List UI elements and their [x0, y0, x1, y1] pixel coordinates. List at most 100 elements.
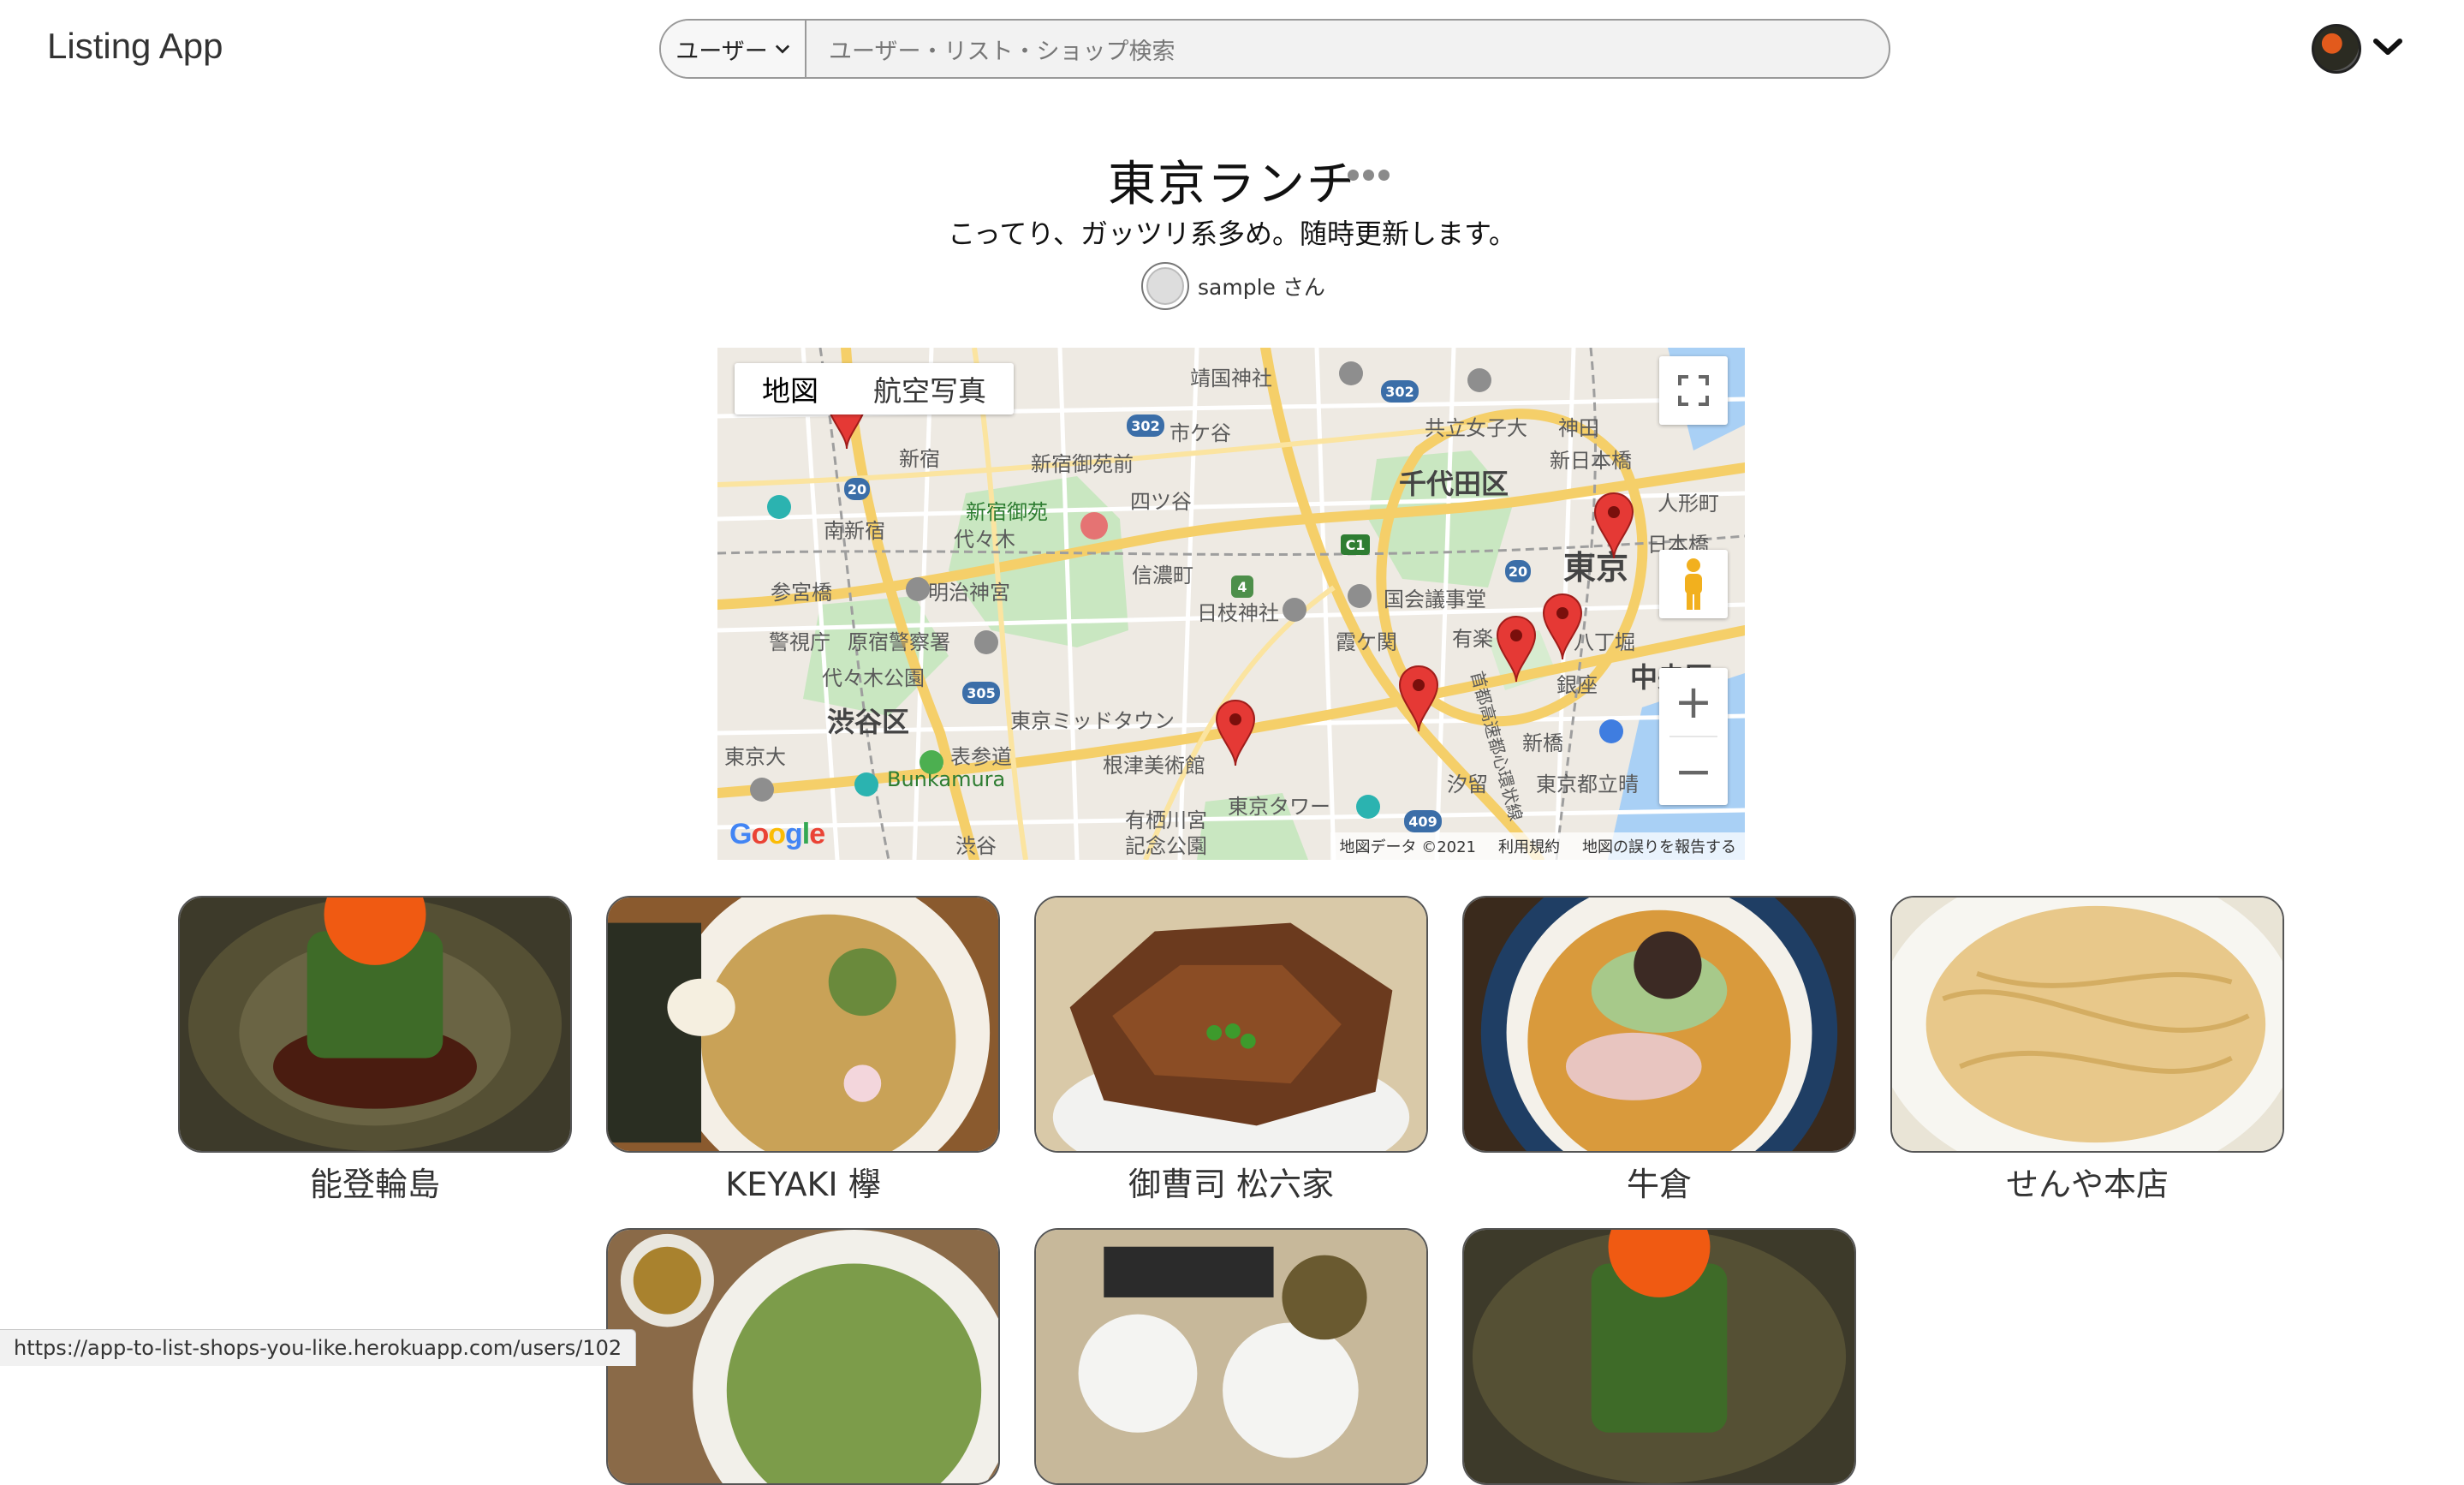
owner-name: sample さん: [1198, 275, 1325, 300]
tab-satellite[interactable]: 航空写真: [846, 363, 1014, 414]
shop-name[interactable]: 能登輪島: [178, 1158, 572, 1205]
svg-text:302: 302: [1385, 384, 1414, 400]
fullscreen-icon: [1678, 375, 1709, 406]
svg-text:20: 20: [848, 481, 866, 498]
svg-text:C1: C1: [1346, 537, 1366, 553]
shop-photo[interactable]: [1462, 1228, 1856, 1485]
shop-photo[interactable]: [1462, 896, 1856, 1153]
svg-text:東京タワー: 東京タワー: [1228, 795, 1330, 819]
svg-text:東京大: 東京大: [724, 745, 786, 769]
map[interactable]: 302 302 20 20 4 305 409 C1 靖国神社 市ケ谷 共立女子…: [717, 348, 1745, 860]
shop-card[interactable]: KEYAKI 欅: [606, 896, 1000, 1205]
svg-text:409: 409: [1408, 814, 1437, 830]
svg-text:信濃町: 信濃町: [1132, 564, 1193, 587]
shop-photo[interactable]: [606, 896, 1000, 1153]
shop-photo[interactable]: [1034, 896, 1428, 1153]
svg-text:東京ミッドタウン: 東京ミッドタウン: [1010, 709, 1175, 733]
zoom-out-button[interactable]: −: [1659, 737, 1728, 805]
shop-card[interactable]: [1462, 1228, 1856, 1485]
map-attribution: 地図データ ©2021 利用規約 地図の誤りを報告する: [1330, 832, 1745, 860]
svg-text:有栖川宮: 有栖川宮: [1125, 808, 1207, 832]
svg-text:市ケ谷: 市ケ谷: [1170, 421, 1231, 445]
fullscreen-button[interactable]: [1659, 356, 1728, 425]
search-scope-label: ユーザー: [676, 38, 768, 65]
shop-name[interactable]: KEYAKI 欅: [606, 1158, 1000, 1205]
svg-text:代々木: 代々木: [954, 528, 1015, 552]
zoom-control: + −: [1659, 668, 1728, 805]
shop-name[interactable]: せんや本店: [1890, 1158, 2284, 1205]
status-url-bar: https://app-to-list-shops-you-like.herok…: [0, 1329, 637, 1366]
svg-text:305: 305: [967, 685, 995, 701]
svg-text:警視庁: 警視庁: [769, 630, 830, 654]
svg-text:新宿御苑前: 新宿御苑前: [1031, 452, 1134, 476]
user-menu[interactable]: [2312, 24, 2402, 74]
chevron-down-icon: [775, 45, 789, 54]
street-view-button[interactable]: [1659, 550, 1728, 618]
shop-name[interactable]: 御曹司 松六家: [1034, 1158, 1428, 1205]
svg-text:新宿御苑: 新宿御苑: [966, 500, 1048, 524]
page-title: 東京ランチ: [1108, 157, 1356, 212]
svg-text:日枝神社: 日枝神社: [1197, 601, 1279, 625]
more-options-icon[interactable]: [1348, 170, 1390, 181]
shop-card[interactable]: [606, 1228, 1000, 1485]
svg-text:新日本橋: 新日本橋: [1550, 449, 1632, 473]
svg-text:有楽: 有楽: [1452, 627, 1493, 651]
app-brand[interactable]: Listing App: [47, 26, 223, 67]
shop-card[interactable]: [1034, 1228, 1428, 1485]
google-logo: Google: [729, 818, 825, 850]
map-data-label: 地図データ ©2021: [1339, 838, 1476, 856]
shop-card[interactable]: 御曹司 松六家: [1034, 896, 1428, 1205]
svg-text:靖国神社: 靖国神社: [1190, 367, 1272, 391]
shop-photo[interactable]: [178, 896, 572, 1153]
avatar[interactable]: [2312, 24, 2361, 74]
svg-text:代々木公園: 代々木公園: [822, 666, 925, 690]
svg-text:記念公園: 記念公園: [1125, 834, 1207, 858]
chevron-down-icon[interactable]: [2373, 38, 2402, 60]
svg-text:共立女子大: 共立女子大: [1425, 416, 1527, 440]
svg-text:Bunkamura: Bunkamura: [887, 767, 1005, 791]
tab-map[interactable]: 地図: [735, 363, 846, 414]
svg-text:根津美術館: 根津美術館: [1103, 754, 1205, 778]
shop-photo[interactable]: [606, 1228, 1000, 1485]
svg-text:東京都立晴: 東京都立晴: [1536, 772, 1639, 796]
map-marker-pin[interactable]: [1541, 593, 1584, 661]
svg-text:銀座: 銀座: [1556, 673, 1598, 697]
map-marker-pin[interactable]: [1214, 699, 1257, 767]
map-type-control: 地図 航空写真: [735, 363, 1014, 414]
shop-card[interactable]: 能登輪島: [178, 896, 572, 1205]
list-owner[interactable]: sample さん: [1141, 262, 1325, 310]
svg-text:人形町: 人形町: [1658, 492, 1719, 516]
svg-text:神田: 神田: [1558, 416, 1599, 440]
svg-text:明治神宮: 明治神宮: [928, 581, 1010, 605]
map-marker-pin[interactable]: [1397, 665, 1440, 733]
svg-text:国会議事堂: 国会議事堂: [1384, 587, 1486, 611]
svg-text:参宮橋: 参宮橋: [771, 581, 832, 605]
svg-text:表参道: 表参道: [950, 745, 1012, 769]
report-error-link[interactable]: 地図の誤りを報告する: [1582, 835, 1736, 857]
svg-text:汐留: 汐留: [1447, 772, 1488, 796]
svg-text:4: 4: [1237, 579, 1247, 595]
shop-name[interactable]: 牛倉: [1462, 1158, 1856, 1205]
shop-photo[interactable]: [1890, 896, 2284, 1153]
search-bar: ユーザー ユーザー・リスト・ショップ検索: [659, 19, 1890, 79]
svg-text:新橋: 新橋: [1522, 731, 1563, 755]
map-marker-pin[interactable]: [1592, 492, 1635, 560]
map-tiles[interactable]: 302 302 20 20 4 305 409 C1 靖国神社 市ケ谷 共立女子…: [717, 348, 1745, 860]
map-marker-pin[interactable]: [1495, 615, 1538, 683]
svg-text:霞ケ関: 霞ケ関: [1336, 630, 1397, 654]
search-input[interactable]: ユーザー・リスト・ショップ検索: [806, 33, 1889, 66]
terms-link[interactable]: 利用規約: [1498, 835, 1560, 857]
svg-text:原宿警察署: 原宿警察署: [848, 630, 950, 654]
svg-text:渋谷区: 渋谷区: [827, 706, 909, 738]
list-description: こってり、ガッツリ系多め。随時更新します。: [948, 218, 1516, 250]
shop-card[interactable]: せんや本店: [1890, 896, 2284, 1205]
svg-text:千代田区: 千代田区: [1399, 468, 1509, 500]
shop-card[interactable]: 牛倉: [1462, 896, 1856, 1205]
svg-text:南新宿: 南新宿: [824, 519, 885, 543]
search-scope-select[interactable]: ユーザー: [661, 21, 806, 77]
shop-photo[interactable]: [1034, 1228, 1428, 1485]
svg-text:四ツ谷: 四ツ谷: [1130, 490, 1192, 514]
svg-text:首都高速都心環状線: 首都高速都心環状線: [1467, 669, 1527, 823]
zoom-in-button[interactable]: +: [1659, 668, 1728, 736]
svg-text:302: 302: [1131, 418, 1159, 434]
